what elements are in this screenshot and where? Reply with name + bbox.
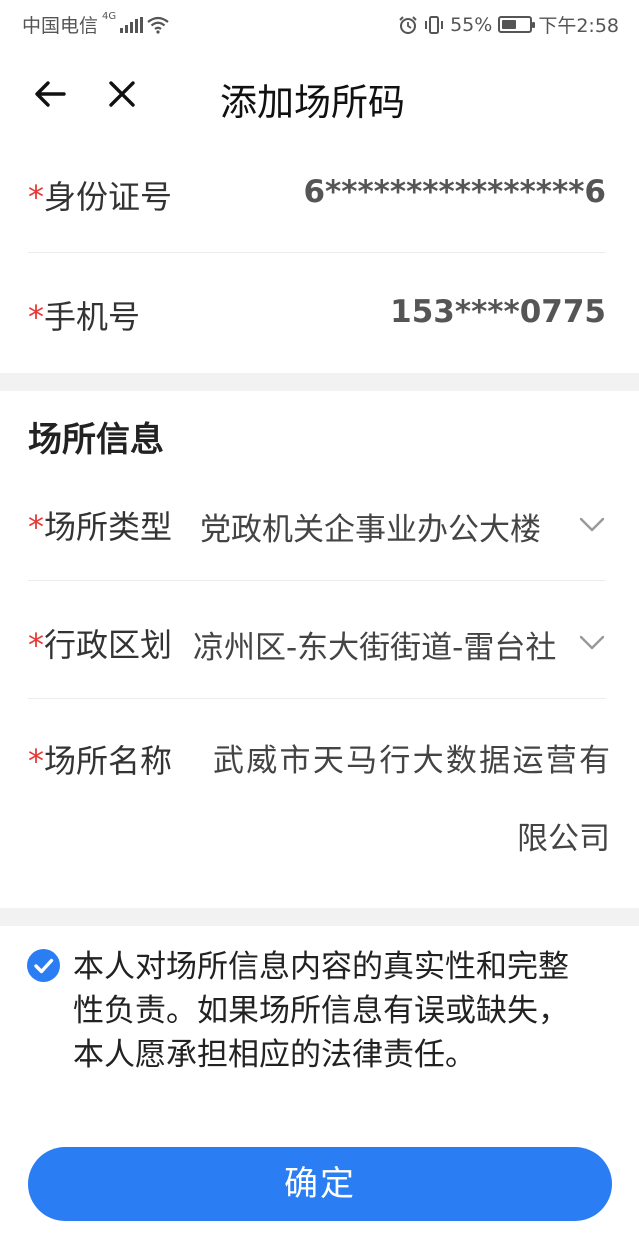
battery-icon xyxy=(498,16,536,33)
district-value: 凉州区-东大街街道-雷台社 xyxy=(193,630,557,666)
place-type-select[interactable]: *场所类型 党政机关企事业办公大楼 xyxy=(28,500,606,550)
phone-row[interactable]: *手机号 153****0775 xyxy=(28,290,606,340)
district-label: *行政区划 xyxy=(28,620,172,666)
divider xyxy=(28,252,606,253)
nav-bar: 添加场所码 xyxy=(0,48,639,140)
section-title-place-info: 场所信息 xyxy=(28,420,164,460)
chevron-down-icon xyxy=(579,635,605,650)
id-number-row[interactable]: *身份证号 6****************6 xyxy=(28,170,606,220)
vibrate-icon xyxy=(425,15,444,34)
place-type-label-text: 场所类型 xyxy=(44,508,173,546)
wifi-icon xyxy=(147,16,169,34)
close-icon[interactable] xyxy=(102,74,142,114)
arrow-left-icon[interactable] xyxy=(30,74,70,114)
phone-label-text: 手机号 xyxy=(44,298,141,336)
phone-value: 153****0775 xyxy=(390,294,606,330)
place-name-label-text: 场所名称 xyxy=(44,742,173,780)
required-mark: * xyxy=(28,298,44,336)
confirm-button[interactable]: 确定 xyxy=(28,1147,612,1221)
place-type-label: *场所类型 xyxy=(28,502,172,548)
required-mark: * xyxy=(28,626,44,664)
battery-level xyxy=(502,20,517,29)
place-name-field[interactable]: *场所名称 武威市天马行大数据运营有限公司 xyxy=(28,722,610,878)
required-mark: * xyxy=(28,178,44,216)
place-type-value: 党政机关企事业办公大楼 xyxy=(200,512,541,548)
clock: 下午2:58 xyxy=(538,15,619,37)
section-separator xyxy=(0,908,639,926)
id-number-label-text: 身份证号 xyxy=(44,178,173,216)
page-title: 添加场所码 xyxy=(220,81,405,124)
chevron-down-icon xyxy=(579,517,605,532)
agreement-text: 本人对场所信息内容的真实性和完整性负责。如果场所信息有误或缺失，本人愿承担相应的… xyxy=(73,949,569,1073)
network-type-label: 4G xyxy=(102,11,117,22)
phone-label: *手机号 xyxy=(28,292,140,338)
place-name-label: *场所名称 xyxy=(28,736,172,782)
agreement-checkbox[interactable] xyxy=(27,949,60,982)
signal-icon xyxy=(120,16,144,33)
divider xyxy=(28,580,606,581)
alarm-icon xyxy=(399,15,417,34)
id-number-label: *身份证号 xyxy=(28,172,172,218)
required-mark: * xyxy=(28,742,44,780)
check-icon xyxy=(34,958,54,974)
battery-percent: 55% xyxy=(450,13,493,36)
district-select[interactable]: *行政区划 凉州区-东大街街道-雷台社 xyxy=(28,618,606,668)
district-label-text: 行政区划 xyxy=(44,626,173,664)
id-number-value: 6****************6 xyxy=(303,174,606,210)
required-mark: * xyxy=(28,508,44,546)
section-separator xyxy=(0,373,639,391)
status-bar: 中国电信 4G 55% 下午2:58 xyxy=(0,0,639,48)
place-name-value: 武威市天马行大数据运营有限公司 xyxy=(213,743,610,857)
divider xyxy=(28,698,606,699)
carrier-label: 中国电信 xyxy=(22,15,99,37)
